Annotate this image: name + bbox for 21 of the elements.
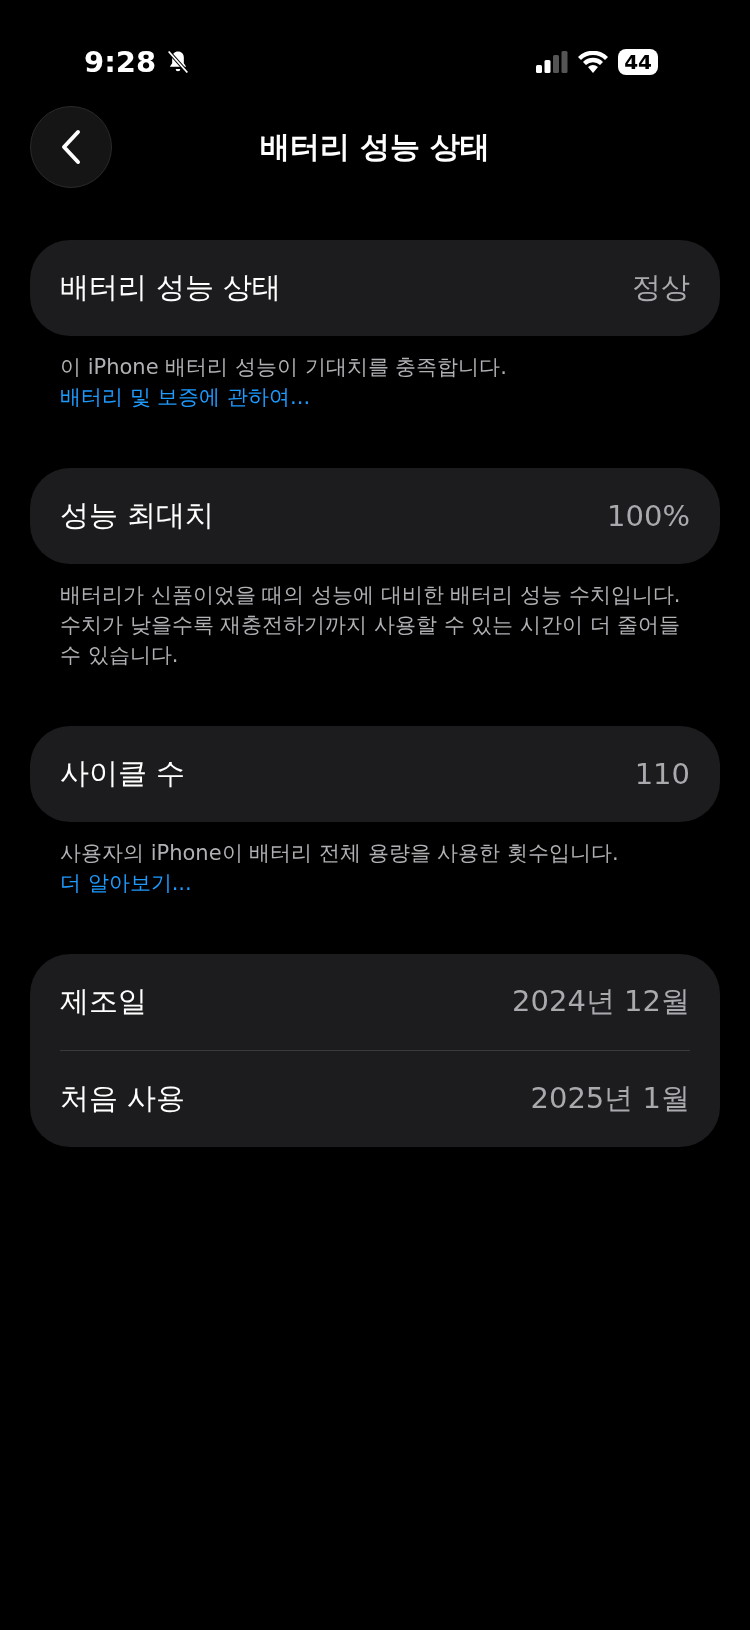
signal-icon [536, 51, 569, 73]
row-label: 성능 최대치 [60, 497, 215, 534]
battery-indicator: 44 [618, 49, 658, 75]
row-label: 제조일 [60, 983, 147, 1020]
info-link[interactable]: 배터리 및 보증에 관하여... [60, 385, 311, 409]
row-label: 사이클 수 [60, 755, 186, 792]
row-value: 100% [607, 499, 690, 533]
row-label: 처음 사용 [60, 1080, 186, 1117]
section-footer: 배터리가 신품이었을 때의 성능에 대비한 배터리 성능 수치입니다. 수치가 낮을수록 재충전하기까지 사용할 수 있는 시간이 더 줄어들 수 있습니다. [30, 580, 720, 670]
row-value: 정상 [632, 269, 690, 306]
row-value: 2025년 1월 [530, 1080, 690, 1117]
info-link[interactable]: 더 알아보기... [60, 871, 192, 895]
page-title: 배터리 성능 상태 [258, 127, 492, 166]
section-footer: 이 iPhone 배터리 성능이 기대치를 충족합니다. 배터리 및 보증에 관하여... [30, 352, 720, 412]
row-value: 2024년 12월 [512, 983, 690, 1020]
section-footer: 사용자의 iPhone이 배터리 전체 용량을 사용한 횟수입니다. 더 알아보기... [30, 838, 720, 898]
row-value: 110 [634, 757, 690, 791]
row-label: 배터리 성능 상태 [60, 269, 282, 306]
status-time: 9:28 [84, 45, 157, 79]
chevron-left-icon [60, 129, 82, 165]
wifi-icon [578, 51, 609, 73]
